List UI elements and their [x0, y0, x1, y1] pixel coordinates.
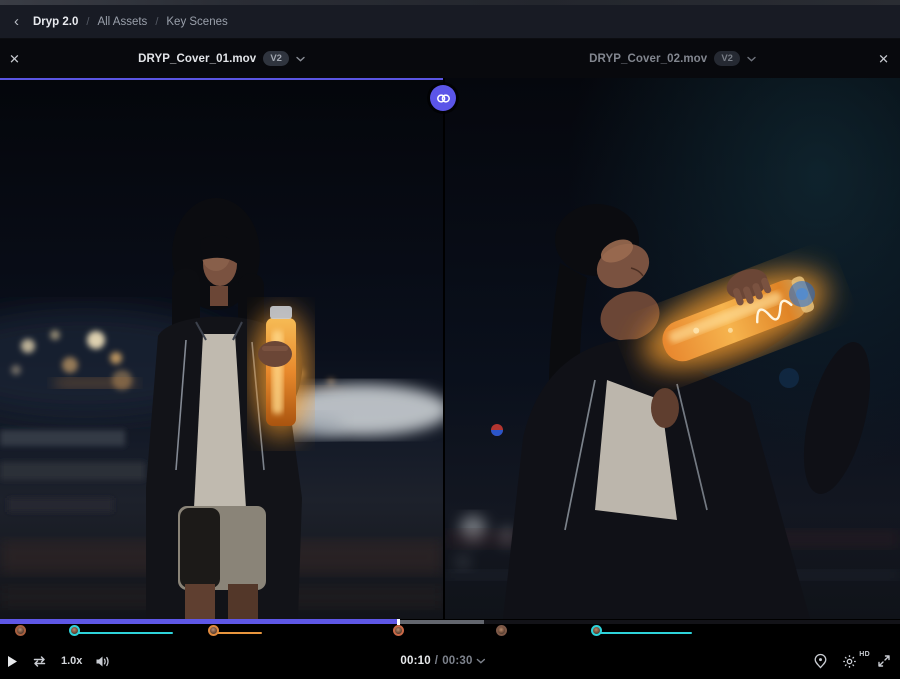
chevron-down-icon[interactable] — [747, 56, 756, 62]
comment-marker-avatar[interactable] — [496, 625, 507, 636]
comment-marker-avatar[interactable] — [69, 625, 80, 636]
total-duration: 00:30 — [442, 655, 472, 667]
left-video-frame[interactable] — [0, 78, 443, 619]
back-chevron-icon[interactable]: ‹ — [12, 14, 21, 29]
chevron-down-icon — [477, 658, 486, 664]
comment-range-line — [598, 632, 692, 634]
gear-icon — [842, 654, 857, 669]
left-video-title: DRYP_Cover_01.mov — [138, 53, 256, 65]
playback-speed-button[interactable]: 1.0x — [61, 655, 82, 667]
marker-pin-button[interactable] — [813, 653, 828, 669]
time-separator: / — [435, 655, 438, 667]
comment-range-line — [215, 632, 262, 634]
breadcrumb: ‹ Dryp 2.0 / All Assets / Key Scenes — [0, 5, 900, 39]
comment-marker-avatar[interactable] — [208, 625, 219, 636]
compare-titlebar: ✕ DRYP_Cover_01.mov V2 DRYP_Cover_02.mov… — [0, 39, 900, 78]
comment-marker-avatar[interactable] — [591, 625, 602, 636]
current-time: 00:10 — [400, 655, 430, 667]
right-version-selector[interactable]: DRYP_Cover_02.mov V2 — [445, 39, 900, 78]
volume-icon[interactable] — [95, 655, 110, 668]
link-icon — [436, 93, 451, 104]
right-video-frame[interactable] — [445, 78, 900, 619]
chevron-down-icon[interactable] — [296, 56, 305, 62]
breadcrumb-separator: / — [86, 16, 89, 28]
breadcrumb-separator: / — [155, 16, 158, 28]
player-area — [0, 78, 900, 619]
quality-settings-button[interactable]: HD — [842, 654, 857, 669]
timecode-display[interactable]: 00:10 / 00:30 — [400, 643, 485, 679]
comment-marker-avatar[interactable] — [15, 625, 26, 636]
hd-quality-badge: HD — [859, 651, 870, 658]
left-version-badge: V2 — [263, 51, 289, 66]
transport-controls: 1.0x 00:10 / 00:30 — [0, 643, 900, 679]
play-button[interactable] — [7, 655, 18, 668]
breadcrumb-all-assets[interactable]: All Assets — [97, 16, 147, 28]
comment-range-line — [76, 632, 173, 634]
breadcrumb-key-scenes[interactable]: Key Scenes — [166, 16, 227, 28]
video-compare-viewer: ‹ Dryp 2.0 / All Assets / Key Scenes ✕ D… — [0, 0, 900, 679]
sync-link-button[interactable] — [430, 85, 456, 111]
left-version-selector[interactable]: DRYP_Cover_01.mov V2 — [0, 39, 443, 78]
comment-marker-row — [0, 624, 900, 643]
close-right-player-button[interactable]: ✕ — [878, 52, 889, 65]
right-version-badge: V2 — [714, 51, 740, 66]
breadcrumb-project[interactable]: Dryp 2.0 — [33, 16, 78, 28]
active-player-indicator — [0, 78, 443, 80]
right-video-still — [445, 78, 900, 619]
fullscreen-button[interactable] — [877, 654, 891, 668]
comment-marker-avatar[interactable] — [393, 625, 404, 636]
loop-button[interactable] — [31, 655, 48, 668]
right-video-title: DRYP_Cover_02.mov — [589, 53, 707, 65]
left-video-still — [0, 78, 443, 619]
